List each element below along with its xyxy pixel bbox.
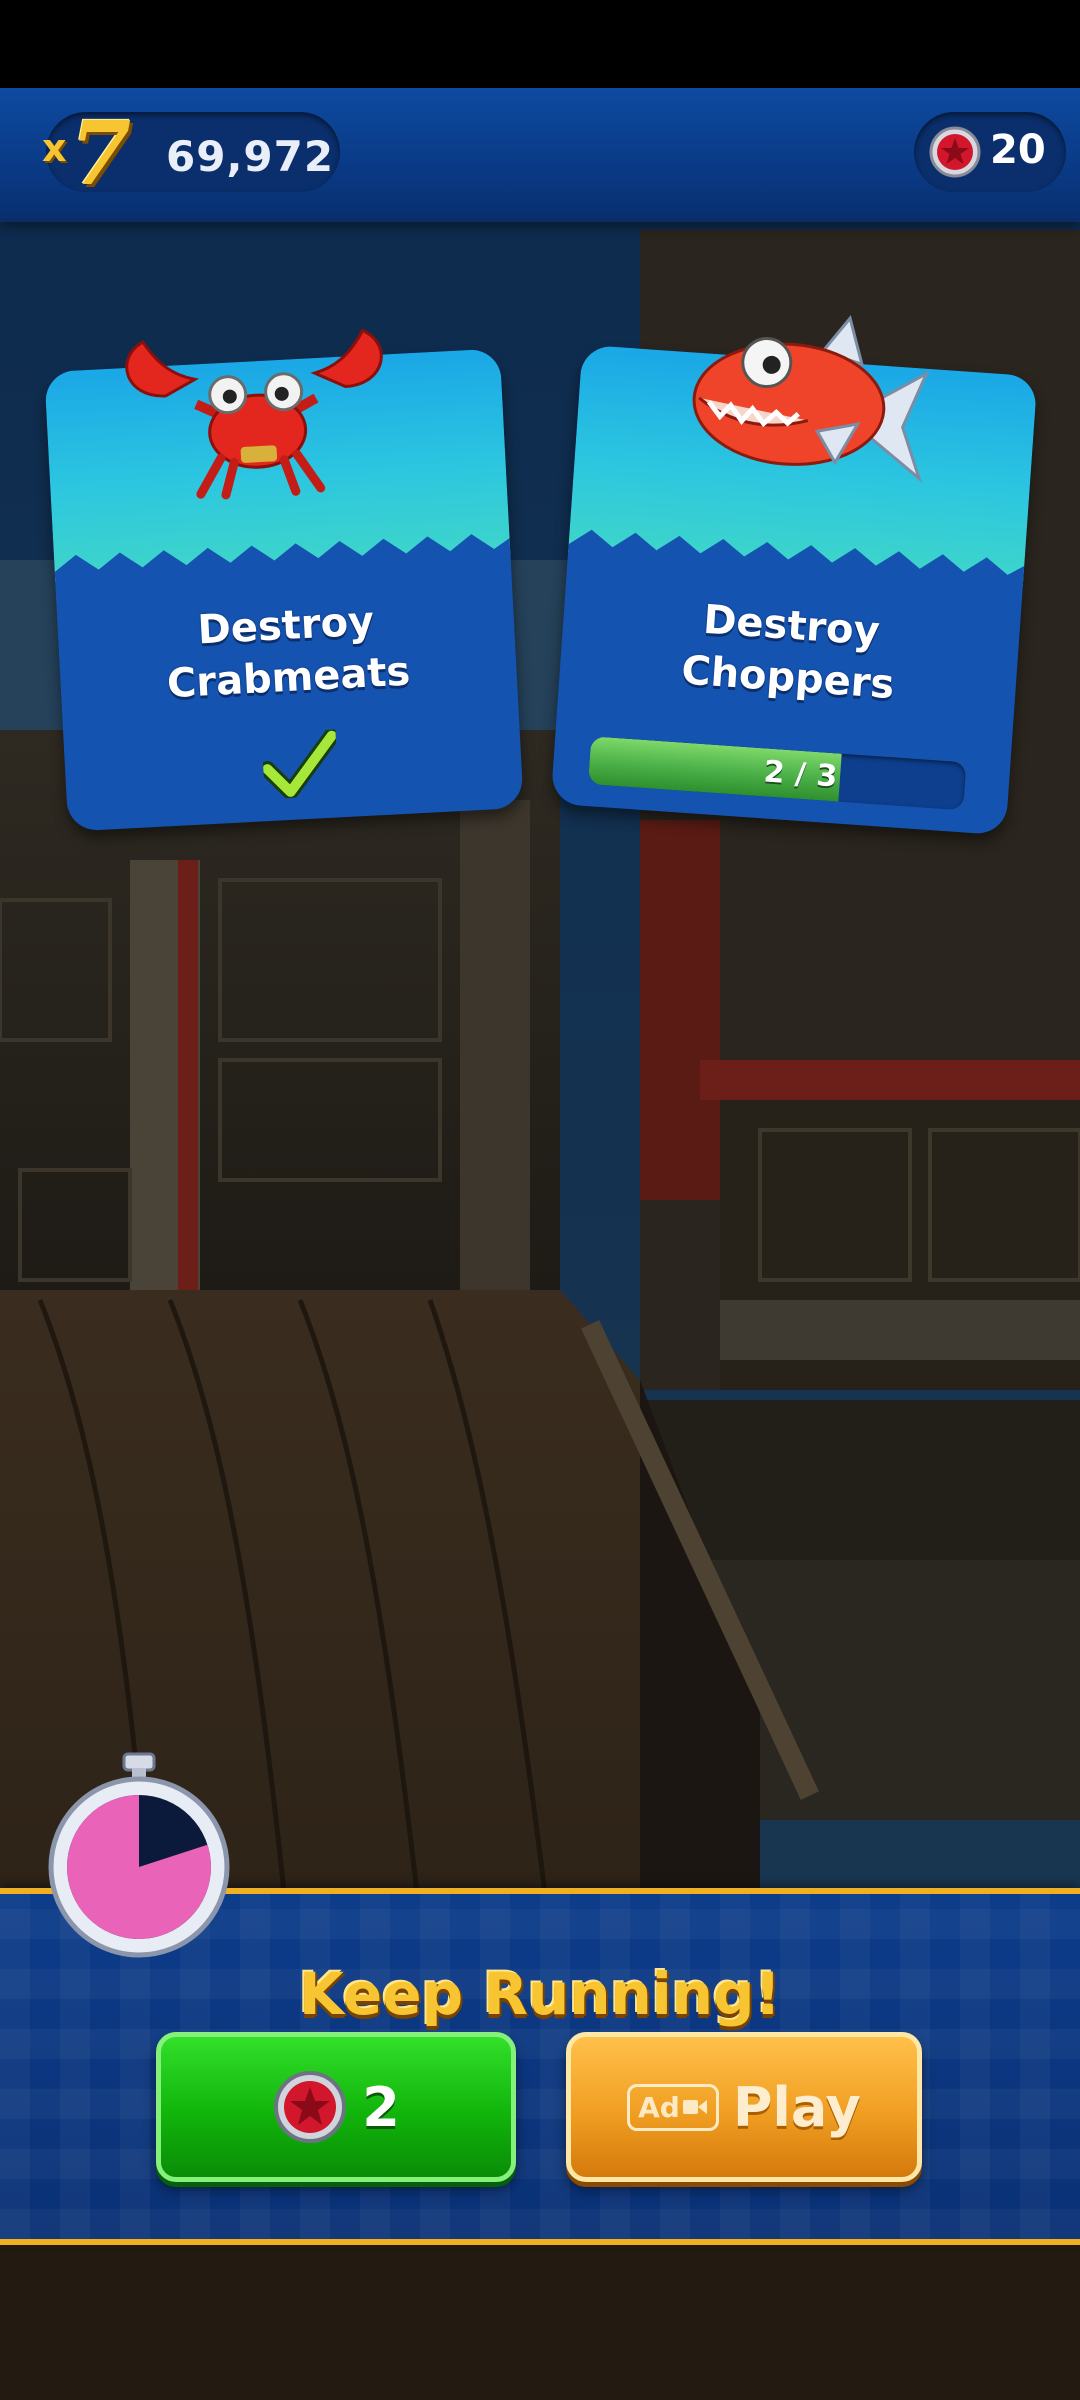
ad-badge-label: Ad — [638, 2090, 680, 2124]
stopwatch-icon — [48, 1752, 230, 1958]
mission-card-choppers: Destroy Choppers 2 / 3 — [550, 315, 1038, 836]
score-multiplier: 7 — [70, 101, 132, 205]
chopper-fish-icon — [692, 315, 930, 483]
red-star-ring-icon — [929, 126, 981, 178]
continue-with-ad-button[interactable]: Ad Play — [566, 2032, 922, 2182]
system-status-bar — [0, 0, 1080, 88]
ad-badge: Ad — [627, 2083, 719, 2131]
keep-running-title: Keep Running! — [299, 1960, 781, 2028]
mission-card-crabmeats: Destroy Crabmeats — [44, 328, 524, 832]
play-ad-label: Play — [732, 2075, 861, 2139]
crabmeat-icon — [125, 328, 383, 500]
checkmark-icon — [261, 729, 339, 800]
multiplier-prefix: x — [42, 126, 67, 170]
red-star-ring-icon — [274, 2071, 347, 2143]
score-counter: 69,972 — [166, 132, 335, 181]
red-star-ring-count: 20 — [990, 127, 1046, 173]
video-camera-icon — [682, 2100, 707, 2114]
rings-cost-label: 2 — [362, 2075, 400, 2139]
hud-top-bar — [0, 88, 1080, 222]
continue-with-rings-button[interactable]: 2 — [156, 2032, 516, 2182]
